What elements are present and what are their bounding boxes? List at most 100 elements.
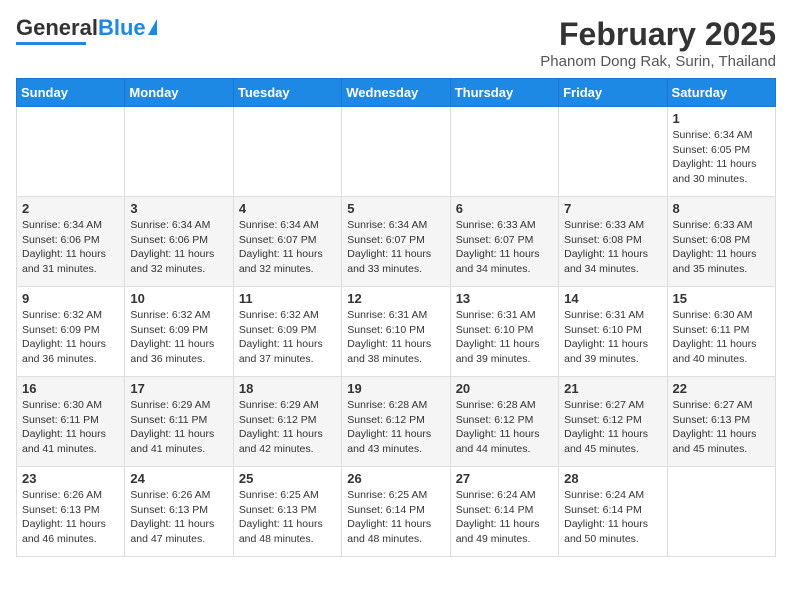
weekday-header-monday: Monday	[125, 79, 233, 107]
day-info: Sunrise: 6:34 AM Sunset: 6:06 PM Dayligh…	[130, 218, 227, 277]
day-number: 26	[347, 471, 444, 486]
day-number: 16	[22, 381, 119, 396]
day-number: 18	[239, 381, 336, 396]
calendar-week-row: 2 Sunrise: 6:34 AM Sunset: 6:06 PM Daylig…	[17, 197, 776, 287]
day-number: 17	[130, 381, 227, 396]
calendar-cell: 23 Sunrise: 6:26 AM Sunset: 6:13 PM Dayli…	[17, 467, 125, 557]
logo-underline	[16, 42, 86, 45]
day-number: 13	[456, 291, 553, 306]
calendar-table: SundayMondayTuesdayWednesdayThursdayFrid…	[16, 78, 776, 557]
day-number: 12	[347, 291, 444, 306]
day-info: Sunrise: 6:26 AM Sunset: 6:13 PM Dayligh…	[130, 488, 227, 547]
day-number: 14	[564, 291, 661, 306]
calendar-cell: 18 Sunrise: 6:29 AM Sunset: 6:12 PM Dayli…	[233, 377, 341, 467]
day-number: 15	[673, 291, 770, 306]
weekday-header-row: SundayMondayTuesdayWednesdayThursdayFrid…	[17, 79, 776, 107]
weekday-header-thursday: Thursday	[450, 79, 558, 107]
day-info: Sunrise: 6:33 AM Sunset: 6:08 PM Dayligh…	[673, 218, 770, 277]
day-number: 23	[22, 471, 119, 486]
day-number: 1	[673, 111, 770, 126]
day-number: 9	[22, 291, 119, 306]
weekday-header-wednesday: Wednesday	[342, 79, 450, 107]
calendar-week-row: 23 Sunrise: 6:26 AM Sunset: 6:13 PM Dayli…	[17, 467, 776, 557]
day-info: Sunrise: 6:34 AM Sunset: 6:07 PM Dayligh…	[347, 218, 444, 277]
calendar-cell	[342, 107, 450, 197]
day-number: 19	[347, 381, 444, 396]
calendar-cell: 10Sunrise: 6:32 AM Sunset: 6:09 PM Dayli…	[125, 287, 233, 377]
day-number: 6	[456, 201, 553, 216]
calendar-cell: 27 Sunrise: 6:24 AM Sunset: 6:14 PM Dayli…	[450, 467, 558, 557]
day-info: Sunrise: 6:33 AM Sunset: 6:08 PM Dayligh…	[564, 218, 661, 277]
day-info: Sunrise: 6:28 AM Sunset: 6:12 PM Dayligh…	[456, 398, 553, 457]
calendar-week-row: 1Sunrise: 6:34 AM Sunset: 6:05 PM Daylig…	[17, 107, 776, 197]
title-block: February 2025 Phanom Dong Rak, Surin, Th…	[540, 16, 776, 70]
calendar-cell: 24 Sunrise: 6:26 AM Sunset: 6:13 PM Dayli…	[125, 467, 233, 557]
day-number: 27	[456, 471, 553, 486]
day-info: Sunrise: 6:30 AM Sunset: 6:11 PM Dayligh…	[22, 398, 119, 457]
day-info: Sunrise: 6:26 AM Sunset: 6:13 PM Dayligh…	[22, 488, 119, 547]
calendar-cell: 7 Sunrise: 6:33 AM Sunset: 6:08 PM Daylig…	[559, 197, 667, 287]
calendar-cell: 2 Sunrise: 6:34 AM Sunset: 6:06 PM Daylig…	[17, 197, 125, 287]
day-info: Sunrise: 6:30 AM Sunset: 6:11 PM Dayligh…	[673, 308, 770, 367]
logo-triangle-icon	[148, 19, 157, 35]
day-info: Sunrise: 6:29 AM Sunset: 6:12 PM Dayligh…	[239, 398, 336, 457]
day-number: 8	[673, 201, 770, 216]
weekday-header-friday: Friday	[559, 79, 667, 107]
calendar-cell	[450, 107, 558, 197]
day-info: Sunrise: 6:31 AM Sunset: 6:10 PM Dayligh…	[456, 308, 553, 367]
day-info: Sunrise: 6:27 AM Sunset: 6:13 PM Dayligh…	[673, 398, 770, 457]
day-number: 2	[22, 201, 119, 216]
calendar-cell: 15 Sunrise: 6:30 AM Sunset: 6:11 PM Dayli…	[667, 287, 775, 377]
calendar-cell: 16 Sunrise: 6:30 AM Sunset: 6:11 PM Dayli…	[17, 377, 125, 467]
calendar-cell: 1Sunrise: 6:34 AM Sunset: 6:05 PM Daylig…	[667, 107, 775, 197]
calendar-cell: 11 Sunrise: 6:32 AM Sunset: 6:09 PM Dayli…	[233, 287, 341, 377]
calendar-cell: 6 Sunrise: 6:33 AM Sunset: 6:07 PM Daylig…	[450, 197, 558, 287]
calendar-cell: 8 Sunrise: 6:33 AM Sunset: 6:08 PM Daylig…	[667, 197, 775, 287]
weekday-header-tuesday: Tuesday	[233, 79, 341, 107]
day-info: Sunrise: 6:34 AM Sunset: 6:06 PM Dayligh…	[22, 218, 119, 277]
day-info: Sunrise: 6:25 AM Sunset: 6:13 PM Dayligh…	[239, 488, 336, 547]
weekday-header-sunday: Sunday	[17, 79, 125, 107]
calendar-cell	[125, 107, 233, 197]
day-info: Sunrise: 6:29 AM Sunset: 6:11 PM Dayligh…	[130, 398, 227, 457]
day-info: Sunrise: 6:24 AM Sunset: 6:14 PM Dayligh…	[564, 488, 661, 547]
day-number: 7	[564, 201, 661, 216]
day-number: 21	[564, 381, 661, 396]
day-number: 10	[130, 291, 227, 306]
calendar-cell: 17 Sunrise: 6:29 AM Sunset: 6:11 PM Dayli…	[125, 377, 233, 467]
day-number: 24	[130, 471, 227, 486]
calendar-cell: 9 Sunrise: 6:32 AM Sunset: 6:09 PM Daylig…	[17, 287, 125, 377]
calendar-cell: 13 Sunrise: 6:31 AM Sunset: 6:10 PM Dayli…	[450, 287, 558, 377]
day-number: 5	[347, 201, 444, 216]
day-info: Sunrise: 6:32 AM Sunset: 6:09 PM Dayligh…	[239, 308, 336, 367]
calendar-week-row: 9 Sunrise: 6:32 AM Sunset: 6:09 PM Daylig…	[17, 287, 776, 377]
calendar-cell: 21 Sunrise: 6:27 AM Sunset: 6:12 PM Dayli…	[559, 377, 667, 467]
calendar-cell	[667, 467, 775, 557]
calendar-cell	[559, 107, 667, 197]
day-number: 3	[130, 201, 227, 216]
weekday-header-saturday: Saturday	[667, 79, 775, 107]
calendar-cell	[17, 107, 125, 197]
calendar-cell: 22Sunrise: 6:27 AM Sunset: 6:13 PM Dayli…	[667, 377, 775, 467]
calendar-cell: 28Sunrise: 6:24 AM Sunset: 6:14 PM Dayli…	[559, 467, 667, 557]
day-number: 20	[456, 381, 553, 396]
day-number: 25	[239, 471, 336, 486]
calendar-week-row: 16 Sunrise: 6:30 AM Sunset: 6:11 PM Dayli…	[17, 377, 776, 467]
calendar-cell: 12 Sunrise: 6:31 AM Sunset: 6:10 PM Dayli…	[342, 287, 450, 377]
day-info: Sunrise: 6:27 AM Sunset: 6:12 PM Dayligh…	[564, 398, 661, 457]
day-info: Sunrise: 6:31 AM Sunset: 6:10 PM Dayligh…	[347, 308, 444, 367]
day-info: Sunrise: 6:32 AM Sunset: 6:09 PM Dayligh…	[22, 308, 119, 367]
calendar-cell: 14Sunrise: 6:31 AM Sunset: 6:10 PM Dayli…	[559, 287, 667, 377]
logo-text: GeneralBlue	[16, 16, 146, 40]
calendar-cell: 4Sunrise: 6:34 AM Sunset: 6:07 PM Daylig…	[233, 197, 341, 287]
day-number: 11	[239, 291, 336, 306]
day-info: Sunrise: 6:24 AM Sunset: 6:14 PM Dayligh…	[456, 488, 553, 547]
logo: GeneralBlue	[16, 16, 157, 45]
calendar-cell: 20 Sunrise: 6:28 AM Sunset: 6:12 PM Dayli…	[450, 377, 558, 467]
calendar-cell: 5 Sunrise: 6:34 AM Sunset: 6:07 PM Daylig…	[342, 197, 450, 287]
calendar-cell: 26Sunrise: 6:25 AM Sunset: 6:14 PM Dayli…	[342, 467, 450, 557]
calendar-cell: 19Sunrise: 6:28 AM Sunset: 6:12 PM Dayli…	[342, 377, 450, 467]
day-info: Sunrise: 6:33 AM Sunset: 6:07 PM Dayligh…	[456, 218, 553, 277]
calendar-title: February 2025	[540, 16, 776, 53]
page-header: GeneralBlue February 2025 Phanom Dong Ra…	[16, 16, 776, 70]
